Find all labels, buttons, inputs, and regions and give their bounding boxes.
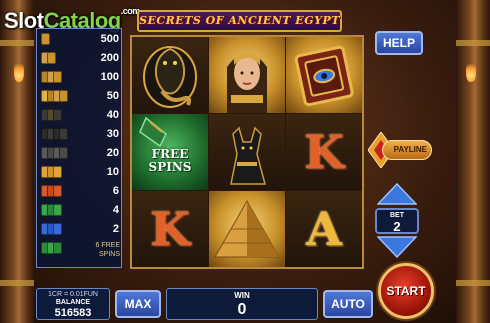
game-title: SECRETS OF ANCIENT EGYPT [137,10,342,32]
right-pillar [456,0,490,323]
paytable-value: 4 [112,204,119,216]
payline-button[interactable]: PAYLINE [382,140,432,160]
letter-q-icon [41,204,62,218]
paytable-value: 500 [100,33,119,45]
reel-symbol-pyramid [209,191,285,267]
bet-value: 2 [393,219,401,234]
free-spins-label: FREE SPINS [148,147,192,174]
paytable-row: 4 [37,201,123,221]
credit-rate: 1CR = 0.01FUN [48,291,98,298]
cobra-icon [41,109,62,123]
paytable-value: 40 [106,109,119,121]
balance-value: 516583 [54,307,92,319]
paytable-value: 30 [106,128,119,140]
paytable-row: 100 [37,68,123,88]
paytable-row: 6 FREE SPINS [37,239,123,259]
symbol-letter: A [306,202,342,256]
balance-panel: 1CR = 0.01FUN BALANCE 516583 [36,288,110,320]
paytable-row: 200 [37,49,123,69]
reel-symbol-letter-k: K [132,191,208,267]
reel-symbol-letter-a: A [286,191,362,267]
balance-label: BALANCE [55,299,91,306]
max-bet-button[interactable]: MAX [115,290,161,318]
scarab-icon [41,147,68,161]
paytable-row: 10 [37,163,123,183]
paytable: 500 200 100 50 40 30 20 10 6 4 2 6 FREE SPINS [36,28,122,268]
book-icon [41,71,62,85]
paytable-row: 20 [37,144,123,164]
pyramid-icon [41,90,68,104]
pharaoh-icon [41,33,50,47]
bet-display: BET 2 [375,208,419,234]
win-value: 0 [237,301,247,318]
paytable-row: 50 [37,87,123,107]
reel-symbol-cobra [132,37,208,113]
paytable-row: 30 [37,125,123,145]
reel-symbol-letter-k: K [286,114,362,190]
game-screen: SlotCatalog.com SECRETS OF ANCIENT EGYPT… [0,0,490,323]
paytable-value: 10 [106,166,119,178]
letter-k-icon [41,185,62,199]
reel-symbol-queen [209,37,285,113]
bet-decrease-arrow-icon[interactable] [377,236,417,258]
paytable-row: 2 [37,220,123,240]
start-button[interactable]: START [378,263,434,319]
reel-symbol-free-spins: FREE SPINS [132,114,208,190]
paytable-value: 100 [100,71,119,83]
paytable-value: 6 [112,185,119,197]
reel-symbol-anubis [209,114,285,190]
reel-symbol-book [286,37,362,113]
paytable-row: 40 [37,106,123,126]
paytable-value: 2 [112,223,119,235]
autoplay-button[interactable]: AUTO [323,290,373,318]
left-pillar [0,0,34,323]
help-button[interactable]: HELP [375,31,423,55]
torch-icon [14,60,24,82]
paytable-value: 6 FREE SPINS [95,242,120,258]
paytable-value: 50 [106,90,119,102]
torch-icon [466,60,476,82]
paytable-value: 200 [100,52,119,64]
win-panel: WIN 0 [166,288,318,320]
letter-j-icon [41,223,62,237]
paytable-row: 6 [37,182,123,202]
win-label: WIN [234,291,250,300]
symbol-letter: K [150,202,190,256]
reel-grid: FREE SPINS K K A [130,35,364,269]
free-spins-icon [41,242,62,256]
paytable-row: 500 [37,30,123,50]
bottom-bar: 1CR = 0.01FUN BALANCE 516583 MAX WIN 0 A… [36,288,376,320]
symbol-letter: K [304,125,344,179]
paytable-value: 20 [106,147,119,159]
anubis-icon [41,128,68,142]
queen-icon [41,52,56,66]
bet-increase-arrow-icon[interactable] [377,183,417,205]
letter-a-icon [41,166,62,180]
